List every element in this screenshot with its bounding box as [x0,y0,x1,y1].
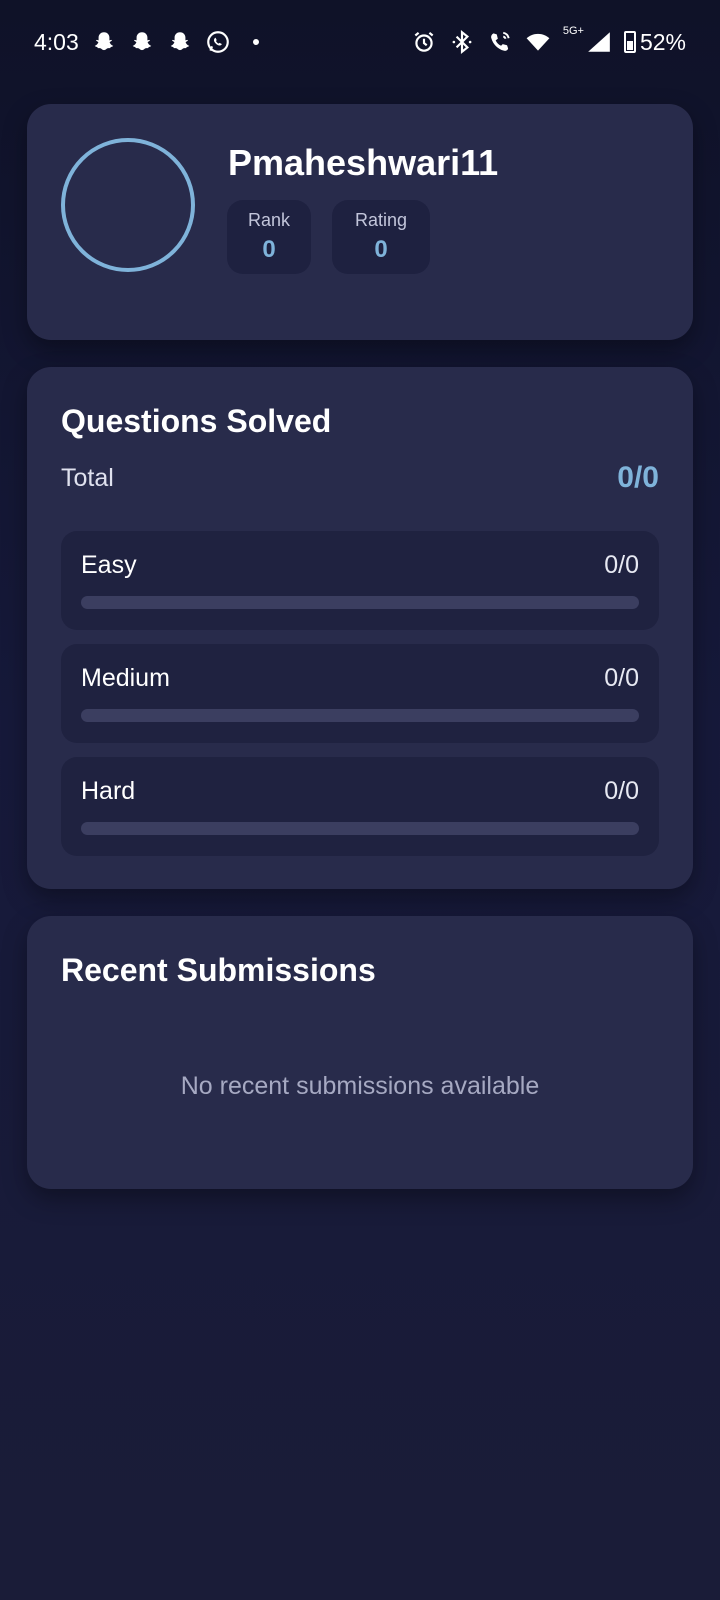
snapchat-icon [91,29,117,55]
level-header: Hard 0/0 [81,777,639,806]
clock: 4:03 [34,28,79,55]
level-count: 0/0 [604,777,639,805]
alarm-icon [411,29,437,55]
level-header: Easy 0/0 [81,551,639,580]
wifi-icon [525,29,551,55]
questions-solved-title: Questions Solved [61,403,332,439]
avatar[interactable] [61,138,195,272]
notification-dot [252,39,259,45]
status-bar-left: 4:03 [34,29,259,56]
level-header: Medium 0/0 [81,664,639,693]
questions-solved-card: Questions Solved Total 0/0 Easy 0/0 Medi… [27,367,693,889]
level-medium: Medium 0/0 [61,644,659,743]
status-bar-right: 5G+ 52% [411,25,686,56]
battery-indicator: 52% [623,28,686,56]
rank-stat: Rank 0 [227,200,311,274]
network-type: 5G+ [562,24,584,37]
progress-bar [81,596,639,609]
recent-submissions-card: Recent Submissions No recent submissions… [27,916,693,1189]
profile-card: Pmaheshwari11 Rank 0 Rating 0 [27,104,693,340]
rating-label: Rating [354,210,408,230]
total-label: Total [61,463,114,492]
bluetooth-icon [449,29,475,55]
snapchat-icon [167,29,193,55]
total-value: 0/0 [617,461,659,494]
level-label: Hard [81,777,136,805]
empty-state-text: No recent submissions available [180,1072,540,1100]
battery-icon [623,31,636,53]
signal-icon [586,29,612,55]
level-label: Easy [81,551,137,579]
snapchat-icon [129,29,155,55]
progress-bar [81,709,639,722]
username: Pmaheshwari11 [228,142,499,183]
battery-percent: 52% [639,28,686,55]
status-bar: 4:03 5G+ 52% [0,0,720,84]
rating-stat: Rating 0 [332,200,430,274]
recent-submissions-title: Recent Submissions [61,952,376,988]
level-label: Medium [81,664,170,692]
whatsapp-icon [205,29,231,55]
level-easy: Easy 0/0 [61,531,659,630]
rank-value: 0 [262,236,276,263]
rank-label: Rank [247,210,291,230]
total-row: Total 0/0 [61,461,659,495]
rating-value: 0 [374,236,388,263]
level-count: 0/0 [604,551,639,579]
wifi-calling-icon [487,29,513,55]
progress-bar [81,822,639,835]
level-count: 0/0 [604,664,639,692]
level-hard: Hard 0/0 [61,757,659,856]
